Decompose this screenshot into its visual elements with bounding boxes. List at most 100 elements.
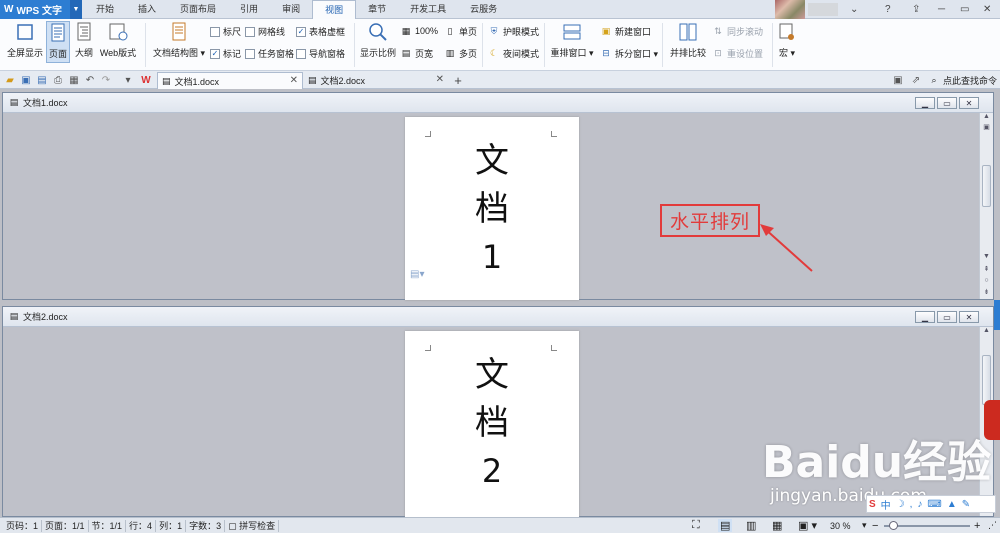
pane-restore-button[interactable]: ▭ xyxy=(937,97,957,109)
keyboard-icon[interactable]: ⌨ xyxy=(927,499,941,510)
share-icon[interactable]: ⇗ xyxy=(910,74,922,86)
doc-map-button[interactable]: 文档结构图 ▾ xyxy=(152,21,206,59)
scroll-down-icon[interactable]: ▼ xyxy=(980,253,993,260)
status-page-count[interactable]: 页面：1/1 xyxy=(42,519,89,532)
close-button[interactable]: ✕ xyxy=(983,0,991,19)
outline-view-button[interactable]: 大纲 xyxy=(72,21,96,59)
moon-icon[interactable]: ☽ xyxy=(896,499,905,510)
sidebar-toggle-icon[interactable]: ▣ xyxy=(892,74,904,86)
prev-page-icon[interactable]: ⇞ xyxy=(980,265,993,273)
fullscreen-icon[interactable]: ⛶ xyxy=(692,519,700,532)
tab-page-layout[interactable]: 页面布局 xyxy=(168,0,228,19)
reset-position-button[interactable]: ⊡ 重设位置 xyxy=(712,47,763,60)
zoom-button[interactable]: 显示比例 xyxy=(358,21,398,59)
single-page-button[interactable]: ▯ 单页 xyxy=(444,25,478,38)
marks-checkbox[interactable]: ✓ 标记 xyxy=(210,47,241,60)
scroll-up-icon[interactable]: ▲ xyxy=(980,113,993,120)
split-window-button[interactable]: ⊟ 拆分窗口 ▾ xyxy=(600,47,658,60)
shirt-icon[interactable]: ▲ xyxy=(947,499,957,510)
document-page[interactable]: 文 档 2 xyxy=(405,331,579,517)
zoom-slider-knob[interactable] xyxy=(888,521,898,530)
tab-view[interactable]: 视图 xyxy=(312,0,357,20)
sogou-s-icon[interactable]: S xyxy=(869,499,876,510)
doc-tab-1[interactable]: ▤ 文档1.docx ✕ xyxy=(157,72,303,89)
vertical-scrollbar[interactable]: ▲ ▣ ▼ ⇞ ○ ⇟ xyxy=(979,113,993,299)
help-button[interactable]: ? xyxy=(885,0,891,19)
zoom-100-button[interactable]: ▦ 100% xyxy=(400,25,438,37)
status-word-count[interactable]: 字数：3 xyxy=(186,519,226,532)
restore-button[interactable]: ▭ xyxy=(960,0,969,19)
save-icon[interactable]: ▣ xyxy=(20,74,32,86)
next-page-icon[interactable]: ⇟ xyxy=(980,288,993,296)
zoom-minus-button[interactable]: − xyxy=(872,520,878,532)
open-folder-icon[interactable]: ▰ xyxy=(4,74,16,86)
undo-icon[interactable]: ↶ xyxy=(84,74,96,86)
right-sidebar-tab[interactable] xyxy=(994,300,1000,330)
web-view-button[interactable]: Web版式 xyxy=(98,21,138,59)
multi-page-button[interactable]: ▥ 多页 xyxy=(444,47,477,60)
status-spell-check[interactable]: ▢ 拼写检查 xyxy=(225,519,280,532)
search-command-input[interactable]: ⌕ 点此查找命令 xyxy=(928,74,997,87)
chevron-down-icon[interactable]: ▾ xyxy=(122,74,134,86)
outline-view-icon[interactable]: ▥ xyxy=(746,519,756,532)
microphone-icon[interactable]: ♪ xyxy=(917,499,922,510)
side-by-side-button[interactable]: 并排比较 xyxy=(668,21,708,59)
tab-chapter[interactable]: 章节 xyxy=(356,0,398,19)
wrench-icon[interactable]: ✎ xyxy=(962,499,970,510)
reading-view-icon[interactable]: ▣ ▾ xyxy=(798,519,817,532)
status-section[interactable]: 节：1/1 xyxy=(89,519,127,532)
sync-scroll-button[interactable]: ⇅ 同步滚动 xyxy=(712,25,763,38)
pane-close-button[interactable]: ✕ xyxy=(959,97,979,109)
new-window-button[interactable]: ▣ 新建窗口 xyxy=(600,25,651,38)
avatar[interactable] xyxy=(775,0,805,19)
status-line[interactable]: 行：4 xyxy=(126,519,157,532)
page-view-icon[interactable]: ▤ xyxy=(718,519,733,532)
paste-options-icon[interactable]: ▤▾ xyxy=(410,269,424,280)
task-pane-checkbox[interactable]: 任务窗格 xyxy=(245,47,294,60)
zoom-slider[interactable] xyxy=(884,521,970,530)
split-handle-icon[interactable]: ▣ xyxy=(980,123,993,131)
app-menu-button[interactable]: W WPS 文字 ▼ xyxy=(0,0,82,19)
upload-icon[interactable]: ⇪ xyxy=(912,0,920,19)
minimize-button[interactable]: ─ xyxy=(938,0,945,19)
redo-icon[interactable]: ↷ xyxy=(100,74,112,86)
print-icon[interactable]: ⎙ xyxy=(52,74,64,86)
doc-tab-2[interactable]: ▤ 文档2.docx ✕ xyxy=(304,72,448,89)
print-preview-icon[interactable]: ▦ xyxy=(68,74,80,86)
scroll-up-icon[interactable]: ▲ xyxy=(980,327,993,334)
pane-minimize-button[interactable]: ▁ xyxy=(915,97,935,109)
web-view-icon[interactable]: ▦ xyxy=(772,519,782,532)
browse-object-icon[interactable]: ○ xyxy=(980,277,993,284)
zoom-plus-button[interactable]: + xyxy=(974,520,980,532)
gridlines-checkbox[interactable]: 网格线 xyxy=(245,25,285,38)
fullscreen-button[interactable]: 全屏显示 xyxy=(6,21,44,59)
tab-cloud[interactable]: 云服务 xyxy=(458,0,509,19)
table-grid-checkbox[interactable]: ✓ 表格虚框 xyxy=(296,25,345,38)
night-mode-button[interactable]: ☾ 夜间模式 xyxy=(488,47,539,60)
eye-mode-button[interactable]: ⛨ 护眼模式 xyxy=(488,25,539,38)
wps-home-icon[interactable]: W xyxy=(140,74,152,86)
macro-button[interactable]: 宏 ▾ xyxy=(776,21,798,59)
chevron-down-icon[interactable]: ▼ xyxy=(70,0,82,19)
scrollbar-thumb[interactable] xyxy=(982,355,991,405)
status-page-number[interactable]: 页码：1 xyxy=(0,519,43,532)
status-column[interactable]: 列：1 xyxy=(156,519,187,532)
zoom-level[interactable]: 30 % xyxy=(830,521,851,531)
nav-pane-checkbox[interactable]: 导航窗格 xyxy=(296,47,345,60)
tab-developer[interactable]: 开发工具 xyxy=(398,0,458,19)
new-tab-plus-icon[interactable]: + xyxy=(452,73,464,88)
tab-home[interactable]: 开始 xyxy=(84,0,126,19)
ime-mode-label[interactable]: 中 xyxy=(881,497,891,512)
page-view-button[interactable]: 页面 xyxy=(46,21,70,63)
ruler-checkbox[interactable]: 标尺 xyxy=(210,25,241,38)
document-page[interactable]: 文 档 1 ▤▾ xyxy=(405,117,579,300)
tab-insert[interactable]: 插入 xyxy=(126,0,168,19)
pane-close-button[interactable]: ✕ xyxy=(959,311,979,323)
close-icon[interactable]: ✕ xyxy=(290,75,298,86)
zoom-out-icon[interactable]: ▾ xyxy=(862,520,867,531)
comma-icon[interactable]: , xyxy=(910,499,913,510)
scrollbar-thumb[interactable] xyxy=(982,165,991,207)
export-pdf-icon[interactable]: ▤ xyxy=(36,74,48,86)
tab-references[interactable]: 引用 xyxy=(228,0,270,19)
collapse-ribbon-icon[interactable]: ⌄ xyxy=(850,0,858,19)
